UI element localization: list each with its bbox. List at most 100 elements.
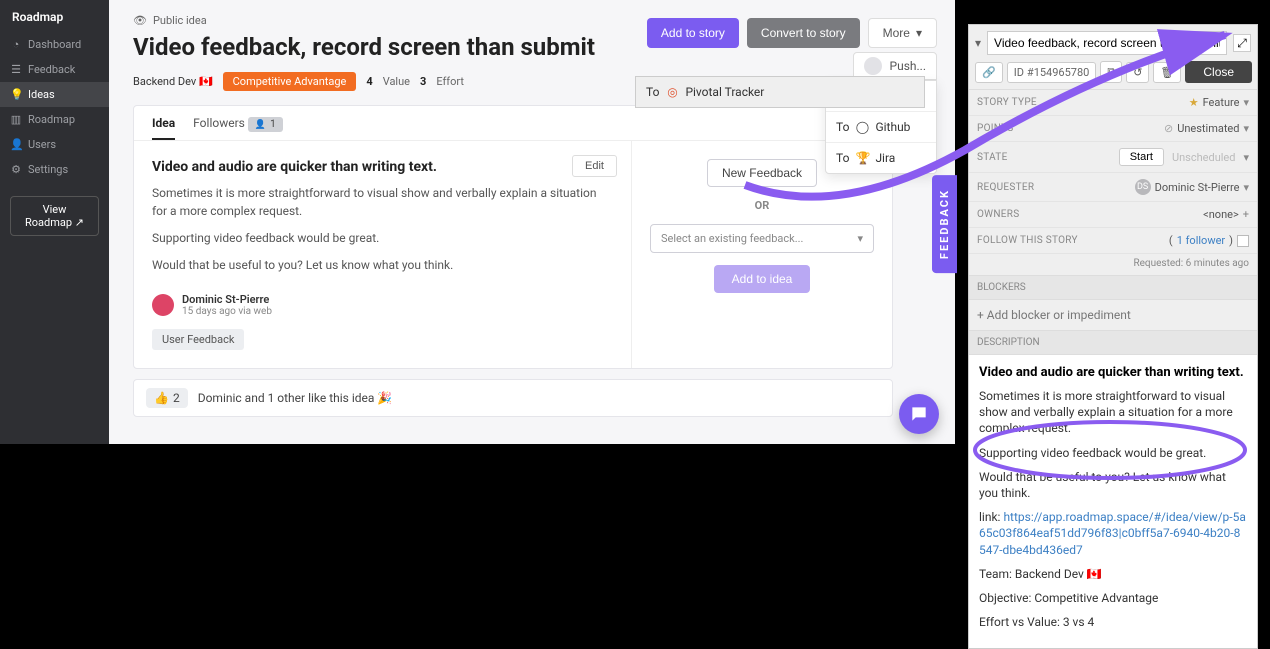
nav: ◔ Dashboard ☰Feedback 💡 Ideas ▥ Roadmap 👤Us… bbox=[0, 32, 109, 182]
desc-link[interactable]: https://app.roadmap.space/#/idea/view/p-… bbox=[979, 510, 1246, 556]
field-follow: FOLLOW THIS STORY (1 follower) bbox=[969, 228, 1257, 254]
nav-feedback[interactable]: ☰Feedback bbox=[0, 57, 109, 82]
desc-p3: Would that be useful to you? Let us know… bbox=[979, 469, 1247, 501]
nav-ideas[interactable]: 💡 Ideas bbox=[0, 82, 109, 107]
push-menu: To▣Trello To◯Github To🏆Jira To◎Pivotal T… bbox=[825, 80, 937, 174]
link-icon[interactable]: 🔗 bbox=[975, 62, 1003, 83]
idea-p3: Would that be useful to you? Let us know… bbox=[152, 257, 613, 274]
requested-timestamp: Requested: 6 minutes ago bbox=[969, 254, 1257, 275]
pivotal-story-panel: ▾ ⤢ 🔗 ID #154965780 ⧉ ↺ 🗑 Close STORY TY… bbox=[968, 24, 1258, 649]
start-button[interactable]: Start bbox=[1119, 148, 1164, 166]
idea-p1: Sometimes it is more straightforward to … bbox=[152, 185, 613, 220]
add-to-idea-button[interactable]: Add to idea bbox=[714, 265, 811, 293]
header-actions: Add to story Convert to story More▾ bbox=[647, 18, 937, 48]
tabs: Idea Followers 1 bbox=[134, 106, 892, 142]
edit-button[interactable]: Edit bbox=[572, 155, 617, 177]
nav-settings[interactable]: ⚙Settings bbox=[0, 157, 109, 182]
plus-icon: + bbox=[1243, 208, 1249, 221]
new-feedback-button[interactable]: New Feedback bbox=[707, 159, 817, 187]
field-state: STATE Start Unscheduled ▾ bbox=[969, 142, 1257, 173]
push-github[interactable]: To◯Github bbox=[826, 111, 936, 142]
tab-followers[interactable]: Followers 1 bbox=[193, 116, 283, 141]
story-id[interactable]: ID #154965780 bbox=[1007, 62, 1097, 83]
tab-idea[interactable]: Idea bbox=[152, 116, 175, 140]
delete-icon[interactable]: 🗑 bbox=[1153, 62, 1181, 83]
desc-heading: Video and audio are quicker than writing… bbox=[979, 365, 1247, 380]
ideas-icon: 💡 bbox=[10, 88, 22, 101]
nav-dashboard[interactable]: ◔ Dashboard bbox=[0, 32, 109, 57]
expand-icon[interactable]: ⤢ bbox=[1233, 34, 1251, 52]
idea-card: Idea Followers 1 Edit Video and audio ar… bbox=[133, 105, 893, 369]
section-blockers: BLOCKERS bbox=[969, 275, 1257, 300]
nav-roadmap[interactable]: ▥ Roadmap bbox=[0, 107, 109, 132]
more-button[interactable]: More▾ bbox=[868, 18, 937, 48]
likes-bar: 👍 2 Dominic and 1 other like this idea 🎉 bbox=[133, 379, 893, 417]
story-title-input[interactable] bbox=[987, 31, 1227, 55]
author: Dominic St-Pierre 15 days ago via web bbox=[152, 293, 613, 317]
nav-label: Feedback bbox=[28, 63, 75, 76]
settings-icon: ⚙ bbox=[10, 163, 22, 176]
sidebar: Roadmap ◔ Dashboard ☰Feedback 💡 Ideas ▥ Roa… bbox=[0, 0, 109, 444]
jira-icon: 🏆 bbox=[855, 151, 869, 165]
idea-heading: Video and audio are quicker than writing… bbox=[152, 159, 613, 175]
page-title: Video feedback, record screen than submi… bbox=[133, 33, 613, 62]
view-roadmap-button[interactable]: View Roadmap ↗ bbox=[10, 196, 99, 236]
add-blocker-button[interactable]: + Add blocker or impediment bbox=[969, 300, 1257, 330]
chat-icon bbox=[909, 404, 929, 424]
github-icon: ◯ bbox=[855, 120, 869, 134]
roadmap-icon: ▥ bbox=[10, 113, 22, 126]
likes-text: Dominic and 1 other like this idea 🎉 bbox=[198, 391, 393, 405]
chevron-down-icon: ▾ bbox=[1243, 151, 1249, 164]
field-owners[interactable]: OWNERS <none>+ bbox=[969, 202, 1257, 228]
close-button[interactable]: Close bbox=[1185, 61, 1252, 83]
story-header: ▾ ⤢ bbox=[969, 25, 1257, 61]
chevron-down-icon: ▾ bbox=[857, 232, 863, 245]
desc-team: Team: Backend Dev 🇨🇦 bbox=[979, 566, 1247, 582]
history-icon[interactable]: ↺ bbox=[1126, 62, 1149, 83]
collapse-icon[interactable]: ▾ bbox=[975, 36, 981, 50]
roadmap-app: Roadmap ◔ Dashboard ☰Feedback 💡 Ideas ▥ Roa… bbox=[0, 0, 955, 444]
copy-icon[interactable]: ⧉ bbox=[1100, 61, 1122, 83]
field-story-type[interactable]: STORY TYPE ★Feature▾ bbox=[969, 90, 1257, 116]
field-points[interactable]: POINTS ⊘Unestimated▾ bbox=[969, 116, 1257, 142]
followers-link[interactable]: 1 follower bbox=[1177, 234, 1225, 247]
team-label: Backend Dev 🇨🇦 bbox=[133, 75, 213, 88]
desc-objective: Objective: Competitive Advantage bbox=[979, 590, 1247, 606]
field-requester[interactable]: REQUESTER DSDominic St-Pierre▾ bbox=[969, 173, 1257, 202]
nav-label: Ideas bbox=[28, 88, 55, 101]
desc-effort-value: Effort vs Value: 3 vs 4 bbox=[979, 614, 1247, 630]
convert-to-story-button[interactable]: Convert to story bbox=[747, 18, 860, 48]
push-jira[interactable]: To🏆Jira bbox=[826, 142, 936, 173]
author-timestamp: 15 days ago via web bbox=[182, 306, 272, 317]
chevron-down-icon: ▾ bbox=[1243, 96, 1249, 109]
story-toolbar: 🔗 ID #154965780 ⧉ ↺ 🗑 Close bbox=[969, 61, 1257, 90]
dashboard-icon: ◔ bbox=[10, 38, 22, 51]
follow-checkbox[interactable] bbox=[1237, 235, 1249, 247]
state-value: Unscheduled bbox=[1168, 149, 1240, 166]
nav-users[interactable]: 👤Users bbox=[0, 132, 109, 157]
card-body: Edit Video and audio are quicker than wr… bbox=[134, 141, 892, 368]
effort-number: 3 bbox=[420, 75, 426, 88]
desc-p1: Sometimes it is more straightforward to … bbox=[979, 388, 1247, 437]
push-status-icon bbox=[864, 57, 882, 75]
idea-p2: Supporting video feedback would be great… bbox=[152, 230, 613, 247]
idea-tag: User Feedback bbox=[152, 329, 244, 350]
like-button[interactable]: 👍 2 bbox=[146, 388, 188, 408]
or-label: OR bbox=[755, 199, 770, 212]
push-pivotal-tracker[interactable]: To◎Pivotal Tracker bbox=[635, 76, 925, 108]
chevron-down-icon: ▾ bbox=[1243, 122, 1249, 135]
select-feedback-dropdown[interactable]: Select an existing feedback... ▾ bbox=[650, 224, 874, 253]
feedback-side-tab[interactable]: FEEDBACK bbox=[932, 175, 957, 273]
nav-label: Roadmap bbox=[28, 113, 75, 126]
description-body[interactable]: Video and audio are quicker than writing… bbox=[969, 355, 1257, 648]
value-label: Value bbox=[383, 75, 410, 88]
brand: Roadmap bbox=[0, 0, 109, 32]
section-description: DESCRIPTION bbox=[969, 330, 1257, 355]
add-to-story-button[interactable]: Add to story bbox=[647, 18, 739, 48]
users-icon: 👤 bbox=[10, 138, 22, 151]
nav-label: Dashboard bbox=[28, 38, 81, 51]
feedback-panel: New Feedback OR Select an existing feedb… bbox=[632, 141, 892, 368]
intercom-launcher[interactable] bbox=[899, 394, 939, 434]
effort-label: Effort bbox=[436, 75, 464, 88]
avatar bbox=[152, 294, 174, 316]
